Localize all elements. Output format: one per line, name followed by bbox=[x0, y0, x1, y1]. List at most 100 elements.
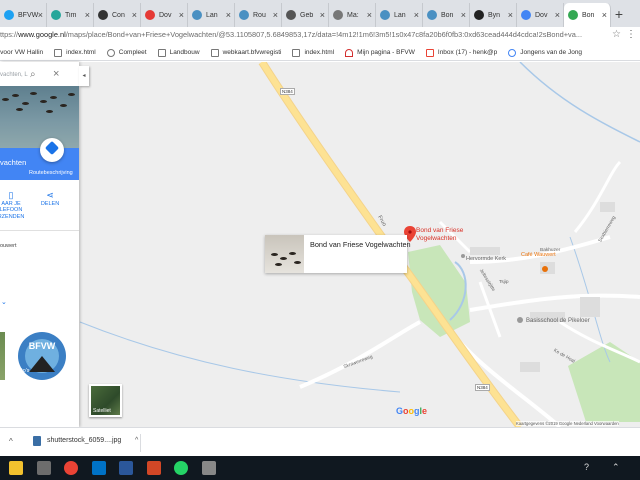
close-tab-icon[interactable]: × bbox=[273, 10, 278, 20]
download-options-icon[interactable]: ^ bbox=[135, 437, 138, 444]
powerpoint-icon[interactable] bbox=[147, 461, 161, 475]
google-logo-letter: G bbox=[396, 406, 404, 416]
bookmark-item[interactable]: Landbouw bbox=[157, 48, 200, 57]
tab-title: Geb bbox=[300, 11, 314, 19]
outlook-icon[interactable] bbox=[92, 461, 106, 475]
close-tab-icon[interactable]: × bbox=[555, 10, 560, 20]
close-tab-icon[interactable]: × bbox=[226, 10, 231, 20]
close-tab-icon[interactable]: × bbox=[367, 10, 372, 20]
photos-icon[interactable] bbox=[202, 461, 216, 475]
bookmark-item[interactable]: S voor VW Hallin bbox=[0, 49, 43, 56]
browser-tab[interactable]: Byn × bbox=[470, 3, 517, 27]
send-to-phone-button[interactable]: ▯ AAR JE LEFOON RZENDEN bbox=[0, 191, 26, 220]
photo-thumbnail[interactable] bbox=[0, 332, 5, 380]
collapse-panel-button[interactable]: ◂ bbox=[79, 66, 89, 86]
bookmark-item[interactable]: Jongens van de Jong bbox=[508, 48, 582, 57]
photo-count-label: 3 foto's bbox=[12, 368, 30, 374]
close-tab-icon[interactable]: × bbox=[38, 10, 43, 20]
place-card[interactable]: Bond van Friese Vogelwachten bbox=[265, 235, 411, 273]
web-icon bbox=[239, 10, 249, 20]
close-tab-icon[interactable]: × bbox=[320, 10, 325, 20]
chevron-up-icon[interactable]: ^ bbox=[9, 437, 13, 446]
bookmark-label: index.html bbox=[304, 49, 335, 56]
svg-text:BFVW: BFVW bbox=[29, 341, 56, 351]
browser-tab[interactable]: Tim × bbox=[47, 3, 94, 27]
help-icon[interactable]: ? bbox=[584, 462, 589, 472]
share-button[interactable]: ⋖ DELEN bbox=[38, 190, 62, 207]
tab-title: Con bbox=[112, 11, 125, 19]
calculator-icon[interactable] bbox=[37, 461, 51, 475]
tab-title: Bon bbox=[441, 11, 454, 19]
close-tab-icon[interactable]: × bbox=[132, 10, 137, 20]
browser-tab[interactable]: Ma: × bbox=[329, 3, 376, 27]
new-tab-button[interactable]: + bbox=[611, 3, 627, 27]
search-icon[interactable]: ⌕ bbox=[30, 69, 36, 80]
waterway bbox=[519, 62, 640, 143]
building bbox=[580, 297, 600, 317]
tab-title: BFVW bbox=[18, 11, 39, 19]
download-item[interactable]: shutterstock_6059....jpg ^ bbox=[31, 434, 141, 452]
pin-label[interactable]: Bond van Friese Vogelwachten bbox=[416, 227, 463, 242]
bookmark-item[interactable]: Inbox (17) - henk@p bbox=[425, 48, 497, 57]
menu-icon[interactable]: ⋮ bbox=[626, 29, 636, 40]
building bbox=[520, 362, 540, 372]
url-text[interactable]: ttps://www.google.nl/maps/place/Bond+van… bbox=[0, 30, 582, 39]
browser-tab[interactable]: Bon × bbox=[564, 3, 611, 27]
browser-tab[interactable]: Con × bbox=[94, 3, 141, 27]
close-icon[interactable]: × bbox=[53, 68, 59, 80]
tab-title: Tim bbox=[65, 11, 77, 19]
chevron-down-icon[interactable]: ⌄ bbox=[1, 298, 7, 306]
divider bbox=[0, 230, 79, 231]
tab-strip: BFVW × Tim × Con × Dov × Lan × Rou × Geb × Ma: × Lan × Bon… bbox=[0, 0, 640, 27]
browser-tab[interactable]: Dov × bbox=[141, 3, 188, 27]
address-bar[interactable]: ttps://www.google.nl/maps/place/Bond+van… bbox=[0, 27, 640, 45]
close-tab-icon[interactable]: × bbox=[508, 10, 513, 20]
side-panel: vachten, L ⌕ × vachten Routebeschrijving… bbox=[0, 62, 79, 427]
browser-tab[interactable]: Dov × bbox=[517, 3, 564, 27]
browser-tab[interactable]: Lan × bbox=[376, 3, 423, 27]
browser-tab[interactable]: Lan × bbox=[188, 3, 235, 27]
minor-road bbox=[299, 320, 421, 389]
web-icon bbox=[192, 10, 202, 20]
maps-icon bbox=[568, 10, 578, 20]
browser-tab[interactable]: BFVW × bbox=[0, 3, 47, 27]
bookmark-star-icon[interactable]: ☆ bbox=[612, 29, 621, 40]
bookmark-item[interactable]: webkaart.bfvwregisti bbox=[210, 48, 281, 57]
close-tab-icon[interactable]: × bbox=[179, 10, 184, 20]
bookmark-item[interactable]: index.html bbox=[54, 48, 96, 57]
doc-icon bbox=[145, 10, 155, 20]
camera-icon bbox=[474, 10, 484, 20]
browser-tab[interactable]: Geb × bbox=[282, 3, 329, 27]
share-icon: ⋖ bbox=[46, 190, 54, 200]
gmail-icon bbox=[425, 48, 434, 57]
downloads-bar: ^ shutterstock_6059....jpg ^ bbox=[0, 427, 640, 456]
close-tab-icon[interactable]: × bbox=[602, 10, 607, 20]
browser-tab[interactable]: Bon × bbox=[423, 3, 470, 27]
school-label: Basisschool de Pikeloer bbox=[526, 318, 590, 324]
browser-tab[interactable]: Rou × bbox=[235, 3, 282, 27]
bookmark-label: Mijn pagina - BFVW bbox=[357, 49, 415, 56]
image-file-icon bbox=[33, 436, 41, 446]
minor-road bbox=[469, 293, 640, 312]
bookmark-label: Compleet bbox=[118, 49, 147, 56]
place-photo[interactable] bbox=[0, 86, 79, 148]
close-tab-icon[interactable]: × bbox=[85, 10, 90, 20]
bookmark-item[interactable]: Mijn pagina - BFVW bbox=[345, 48, 415, 57]
close-tab-icon[interactable]: × bbox=[414, 10, 419, 20]
bookmark-item[interactable]: index.html bbox=[292, 48, 335, 57]
map-attribution: Kaartgegevens ©2019 Google Nederland Voo… bbox=[516, 421, 619, 426]
c-icon bbox=[106, 48, 115, 57]
tab-title: Byn bbox=[488, 11, 501, 19]
directions-label: Routebeschrijving bbox=[29, 170, 73, 176]
file-explorer-icon[interactable] bbox=[9, 461, 23, 475]
search-input[interactable]: vachten, L ⌕ × bbox=[0, 68, 76, 84]
word-icon[interactable] bbox=[119, 461, 133, 475]
tray-icon[interactable]: ⌃ bbox=[612, 462, 620, 473]
directions-button[interactable] bbox=[40, 138, 64, 162]
chrome-icon[interactable] bbox=[64, 461, 78, 475]
bookmark-item[interactable]: Compleet bbox=[106, 48, 147, 57]
whatsapp-icon[interactable] bbox=[174, 461, 188, 475]
satellite-toggle[interactable]: Satelliet bbox=[89, 384, 122, 417]
church-dot bbox=[461, 254, 465, 258]
close-tab-icon[interactable]: × bbox=[461, 10, 466, 20]
